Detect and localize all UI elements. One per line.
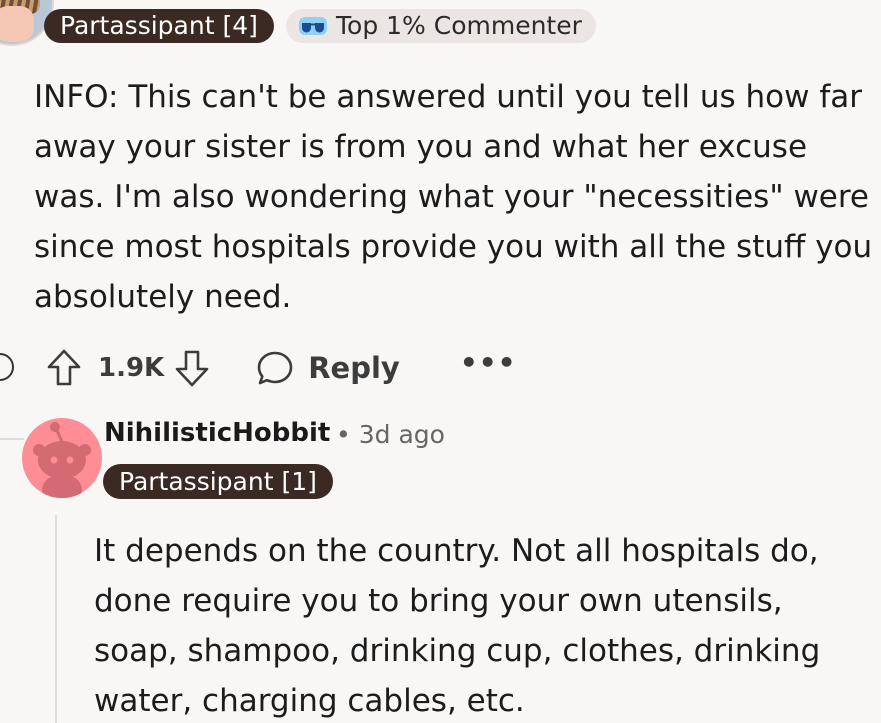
reply-username[interactable]: NihilisticHobbit <box>104 418 330 448</box>
reply-label: Reply <box>308 351 400 385</box>
ellipsis-icon: ••• <box>459 346 517 379</box>
downvote-button[interactable] <box>172 346 212 390</box>
vote-count: 1.9K <box>98 353 165 383</box>
speech-bubble-icon <box>257 351 293 385</box>
parent-author-flair: Partassipant [4] <box>44 9 274 43</box>
upvote-button[interactable] <box>44 346 84 390</box>
comment-thread: Partassipant [4] Top 1% Commenter INFO: … <box>0 0 881 723</box>
more-options-button[interactable]: ••• <box>460 349 517 383</box>
top-commenter-badge[interactable]: Top 1% Commenter <box>286 9 596 43</box>
avatar-face <box>0 6 34 42</box>
reply-button[interactable]: Reply <box>256 350 400 386</box>
snoo-avatar-icon <box>33 422 91 498</box>
reply-author-flair: Partassipant [1] <box>103 464 333 499</box>
thread-connector <box>0 390 24 440</box>
reply-timestamp[interactable]: 3d ago <box>359 420 445 449</box>
badge-label: Top 1% Commenter <box>336 11 582 40</box>
parent-comment-body: INFO: This can't be answered until you t… <box>34 79 873 315</box>
comment-action-bar: 1.9K Reply ••• <box>44 345 517 391</box>
thread-line[interactable] <box>55 515 57 723</box>
arrow-up-icon <box>47 349 81 386</box>
reply-comment-body: It depends on the country. Not all hospi… <box>94 533 821 719</box>
reply-author-avatar[interactable] <box>22 418 102 498</box>
collapse-thread-button[interactable] <box>0 353 14 381</box>
meta-separator: • <box>336 420 351 449</box>
reply-meta: • 3d ago <box>336 420 445 449</box>
arrow-down-icon <box>175 350 209 387</box>
sunglasses-icon <box>299 17 327 35</box>
